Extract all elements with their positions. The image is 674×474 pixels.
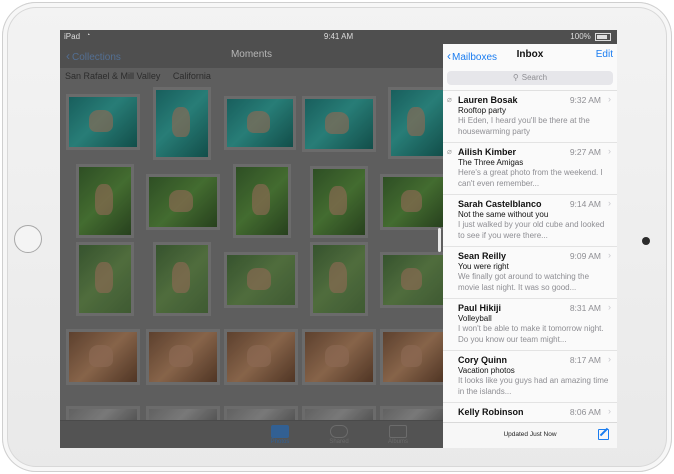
photos-tab-icon	[271, 425, 289, 438]
message-preview: We finally got around to watching the mo…	[458, 272, 590, 292]
message-row[interactable]: Sean Reilly 9:09 AM › You were right We …	[443, 247, 617, 299]
message-subject: Rooftop party	[458, 106, 507, 115]
tab-shared[interactable]: Shared	[314, 425, 364, 445]
message-time: 8:31 AM	[569, 303, 601, 313]
cloud-icon	[330, 425, 348, 438]
status-time: 9:41 AM	[323, 32, 354, 41]
message-preview: Here's a great photo from the weekend. I…	[458, 168, 603, 188]
photo-thumbnail[interactable]	[153, 242, 211, 316]
ipad-frame: iPad ◔ 9:41 AM 100% ‹ Collections Moments…	[2, 2, 672, 472]
photo-thumbnail[interactable]	[310, 242, 368, 316]
photo-thumbnail[interactable]	[302, 96, 376, 152]
photo-thumbnail[interactable]	[380, 174, 446, 230]
tab-photos[interactable]: Photos	[255, 425, 305, 445]
message-subject: Not the same without you	[458, 210, 549, 219]
attachment-icon: ⌀	[447, 95, 452, 104]
message-row[interactable]: ⌀ Ailish Kimber 9:27 AM › The Three Amig…	[443, 143, 617, 195]
tab-photos-label: Photos	[270, 439, 290, 445]
chevron-right-icon: ›	[608, 198, 611, 208]
message-row[interactable]: Sarah Castelblanco 9:14 AM › Not the sam…	[443, 195, 617, 247]
attachment-icon: ⌀	[447, 147, 452, 156]
photo-thumbnail[interactable]	[224, 252, 298, 308]
photo-thumbnail[interactable]	[66, 94, 140, 150]
photo-thumbnail[interactable]	[76, 242, 134, 316]
message-preview: I won't be able to make it tomorrow nigh…	[458, 324, 604, 344]
albums-icon	[389, 425, 407, 438]
photo-thumbnail[interactable]	[224, 96, 296, 150]
photo-thumbnail[interactable]	[146, 329, 220, 385]
chevron-right-icon: ›	[608, 354, 611, 364]
chevron-right-icon: ›	[608, 250, 611, 260]
chevron-right-icon: ›	[608, 94, 611, 104]
message-subject: Volleyball	[458, 314, 492, 323]
message-time: 9:27 AM	[569, 147, 601, 157]
chevron-right-icon: ›	[608, 406, 611, 416]
chevron-right-icon: ›	[608, 146, 611, 156]
message-subject: Vacation photos	[458, 366, 515, 375]
search-icon: ⚲	[512, 73, 519, 82]
message-row[interactable]: ⌀ Lauren Bosak 9:32 AM › Rooftop party H…	[443, 91, 617, 143]
message-row[interactable]: Paul Hikiji 8:31 AM › Volleyball I won't…	[443, 299, 617, 351]
tab-shared-label: Shared	[329, 439, 349, 445]
photo-thumbnail[interactable]	[224, 329, 298, 385]
message-time: 9:14 AM	[569, 199, 601, 209]
message-preview: Hi Eden, I heard you'll be there at the …	[458, 116, 590, 136]
search-placeholder: Search	[521, 73, 548, 82]
message-row[interactable]: Cory Quinn 8:17 AM › Vacation photos It …	[443, 351, 617, 403]
message-subject: You were right	[458, 262, 509, 271]
edit-button[interactable]: Edit	[596, 49, 613, 60]
message-row[interactable]: Kelly Robinson 8:06 AM ›	[443, 403, 617, 423]
updated-status: Updated Just Now	[503, 431, 557, 438]
status-bar: iPad ◔ 9:41 AM 100%	[60, 30, 617, 44]
message-preview: I just walked by your old cube and looke…	[458, 220, 605, 240]
screen: iPad ◔ 9:41 AM 100% ‹ Collections Moments…	[60, 30, 617, 448]
message-time: 9:32 AM	[569, 95, 601, 105]
message-list: ⌀ Lauren Bosak 9:32 AM › Rooftop party H…	[443, 90, 617, 423]
message-subject: The Three Amigas	[458, 158, 524, 167]
battery-indicator: 100%	[570, 32, 611, 41]
chevron-right-icon: ›	[608, 302, 611, 312]
tab-albums-label: Albums	[387, 439, 408, 445]
photo-thumbnail[interactable]	[66, 329, 140, 385]
photo-grid	[60, 30, 446, 448]
message-preview: It looks like you guys had an amazing ti…	[458, 376, 609, 396]
battery-percent: 100%	[570, 32, 591, 41]
photos-tab-bar: Photos Shared Albums	[60, 420, 443, 448]
message-time: 8:06 AM	[569, 407, 601, 417]
front-camera	[642, 237, 650, 245]
compose-icon[interactable]	[598, 429, 609, 440]
mail-toolbar: Updated Just Now	[443, 422, 617, 448]
slide-over-handle[interactable]	[438, 228, 441, 252]
photo-thumbnail[interactable]	[380, 252, 446, 308]
tab-albums[interactable]: Albums	[373, 425, 423, 445]
photos-app: ‹ Collections Moments San Rafael & Mill V…	[60, 30, 446, 448]
photo-thumbnail[interactable]	[146, 174, 220, 230]
photo-thumbnail[interactable]	[310, 166, 368, 238]
photo-thumbnail[interactable]	[76, 164, 134, 238]
photo-thumbnail[interactable]	[388, 87, 446, 159]
battery-icon	[595, 32, 611, 41]
photo-thumbnail[interactable]	[302, 329, 376, 385]
mail-slide-over: ‹Mailboxes Inbox Edit ⚲ Search ⌀ Lauren B…	[443, 30, 617, 448]
photo-thumbnail[interactable]	[153, 87, 211, 160]
mail-search-field[interactable]: ⚲ Search	[447, 71, 613, 85]
message-time: 9:09 AM	[569, 251, 601, 261]
photo-thumbnail[interactable]	[233, 164, 291, 238]
message-time: 8:17 AM	[569, 355, 601, 365]
mail-navbar: ‹Mailboxes Inbox Edit	[443, 44, 617, 68]
inbox-title: Inbox	[516, 49, 544, 60]
home-button[interactable]	[14, 225, 42, 253]
photo-thumbnail[interactable]	[380, 329, 446, 385]
